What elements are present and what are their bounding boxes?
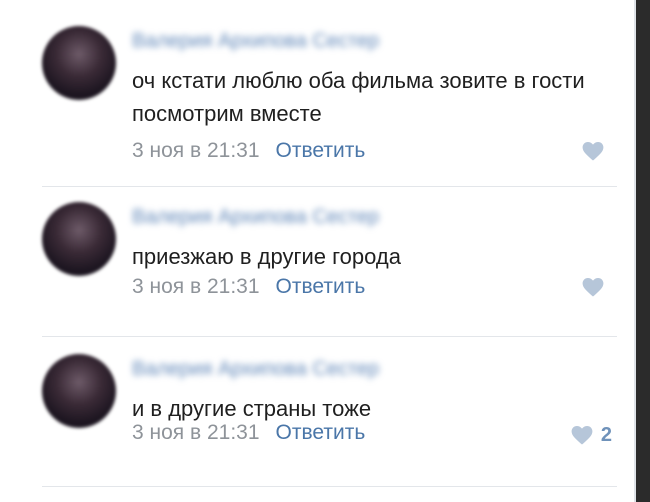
avatar[interactable]	[42, 26, 116, 100]
comment-author[interactable]: Валерия Архипова Сестер	[132, 206, 379, 229]
divider	[42, 336, 617, 337]
comment-text: оч кстати люблю оба фильма зовите в гост…	[132, 68, 585, 126]
reply-link[interactable]: Ответить	[276, 139, 366, 162]
divider	[42, 186, 617, 187]
comment-item: Валерия Архипова Сестер и в другие стран…	[0, 340, 634, 490]
comment-meta: 3 ноя в 21:31 Ответить	[132, 138, 365, 164]
reply-link[interactable]: Ответить	[276, 275, 366, 298]
comment-meta: 3 ноя в 21:31 Ответить	[132, 274, 365, 300]
comment-item: Валерия Архипова Сестер приезжаю в други…	[0, 188, 634, 338]
like-button[interactable]	[582, 278, 612, 297]
comment-author[interactable]: Валерия Архипова Сестер	[132, 358, 379, 381]
heart-icon	[582, 278, 604, 297]
comment-author[interactable]: Валерия Архипова Сестер	[132, 30, 379, 53]
comment-item: Валерия Архипова Сестер оч кстати люблю …	[0, 12, 634, 162]
like-button[interactable]: 2	[571, 424, 612, 447]
comment-date[interactable]: 3 ноя в 21:31	[132, 421, 260, 444]
comment-meta: 3 ноя в 21:31 Ответить	[132, 420, 365, 446]
like-count: 2	[600, 424, 612, 446]
heart-icon	[571, 426, 593, 445]
avatar[interactable]	[42, 202, 116, 276]
reply-link[interactable]: Ответить	[276, 421, 366, 444]
window-edge	[636, 0, 650, 502]
comment-date[interactable]: 3 ноя в 21:31	[132, 275, 260, 298]
comment-date[interactable]: 3 ноя в 21:31	[132, 139, 260, 162]
comment-list: Валерия Архипова Сестер оч кстати люблю …	[0, 0, 634, 502]
like-button[interactable]	[582, 142, 612, 161]
comment-text: приезжаю в другие города	[132, 244, 401, 269]
divider	[42, 486, 617, 487]
avatar[interactable]	[42, 354, 116, 428]
heart-icon	[582, 142, 604, 161]
